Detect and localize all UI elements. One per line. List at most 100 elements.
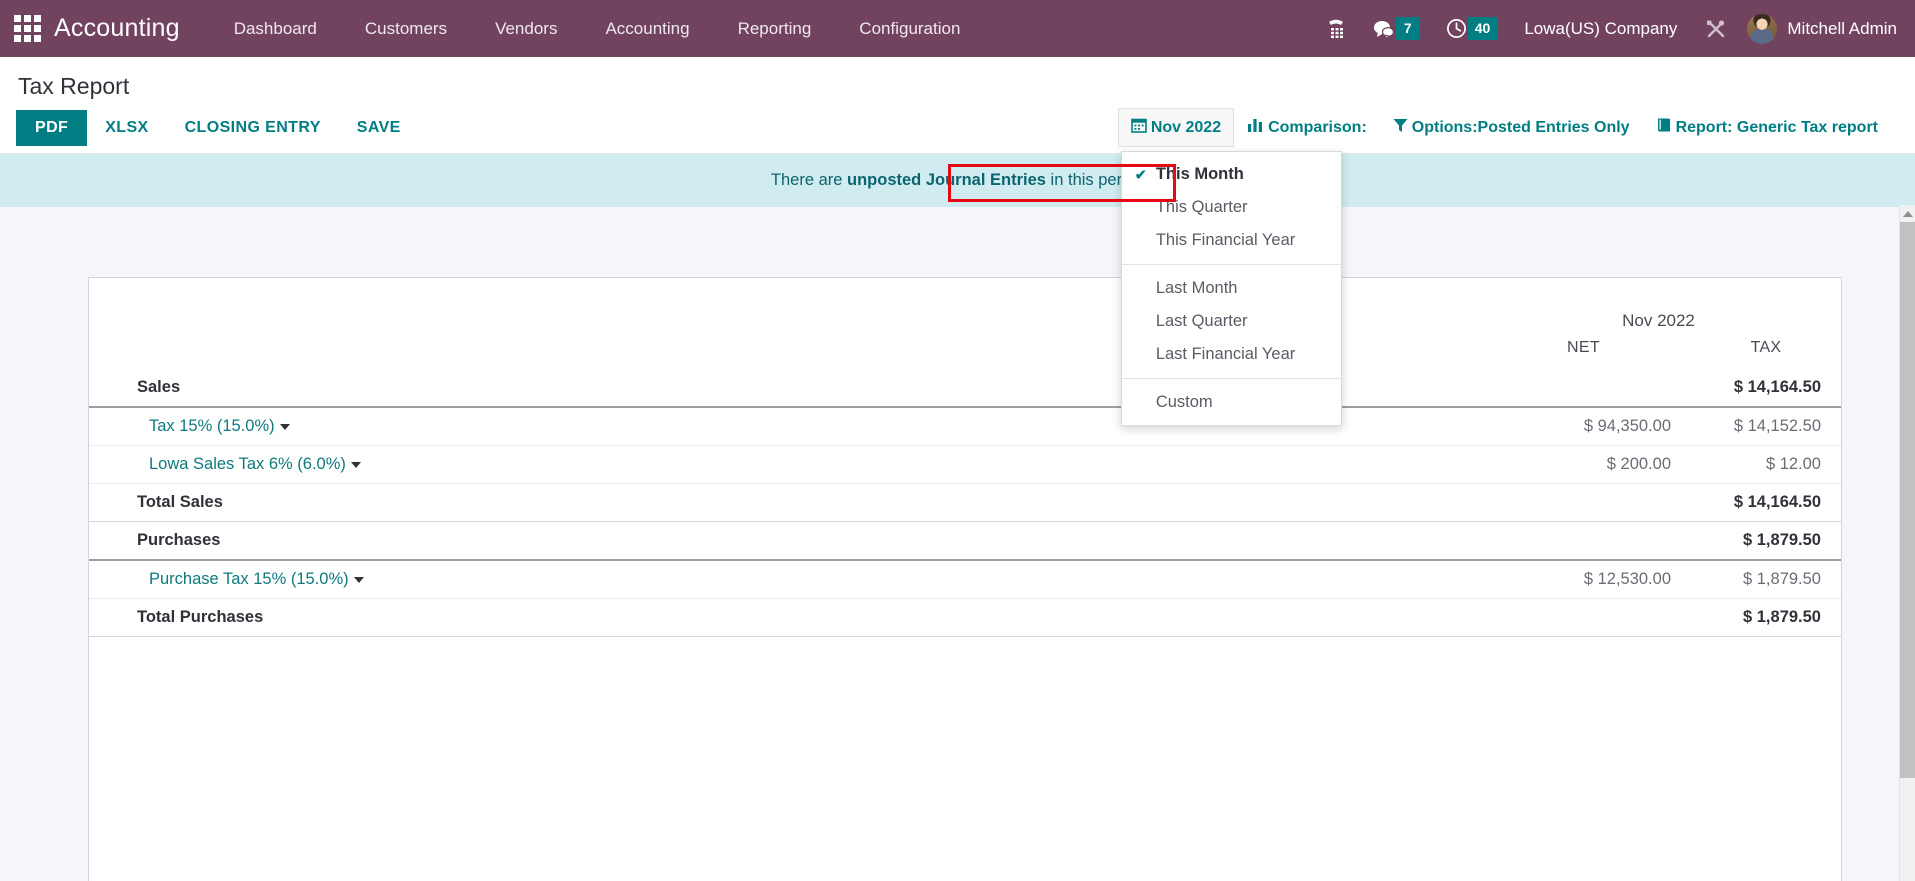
activities-counter[interactable]: 40 xyxy=(1433,17,1511,40)
dropdown-item-last-quarter[interactable]: Last Quarter xyxy=(1122,305,1341,338)
menu-item-customers[interactable]: Customers xyxy=(341,11,471,47)
page-title: Tax Report xyxy=(18,73,130,99)
scrollbar-thumb[interactable] xyxy=(1900,222,1915,778)
row-label-cell: Purchase Tax 15% (15.0%) xyxy=(89,560,1476,599)
dropdown-item-this-month[interactable]: ✔ This Month xyxy=(1122,158,1341,191)
control-panel-row: PDF XLSX CLOSING ENTRY SAVE Nov 2022 ✔ T… xyxy=(16,108,1891,426)
table-row-total-purchases: Total Purchases $ 1,879.50 xyxy=(89,598,1841,637)
column-header-tax: TAX xyxy=(1750,339,1782,356)
save-button[interactable]: SAVE xyxy=(339,110,419,146)
report-action-buttons: PDF XLSX CLOSING ENTRY SAVE xyxy=(16,109,419,146)
chevron-down-icon[interactable] xyxy=(279,423,290,430)
report-scroll-container: Nov 2022 NET TAX Sales $ 14,164.50 Tax 1… xyxy=(0,205,1899,881)
dropdown-item-label: Last Financial Year xyxy=(1155,345,1296,363)
table-column-header-row: NET TAX xyxy=(89,337,1841,369)
row-label: Total Purchases xyxy=(89,598,1476,637)
dropdown-item-custom[interactable]: Custom xyxy=(1122,386,1341,419)
top-navbar: Accounting Dashboard Customers Vendors A… xyxy=(0,0,1915,57)
chevron-down-icon[interactable] xyxy=(353,576,364,583)
xlsx-button[interactable]: XLSX xyxy=(87,110,166,146)
chevron-down-icon[interactable] xyxy=(350,461,361,468)
date-filter-wrap: Nov 2022 ✔ This Month This Quarter This … xyxy=(1117,108,1342,426)
row-tax-value: $ 1,879.50 xyxy=(1691,598,1841,637)
menu-item-accounting[interactable]: Accounting xyxy=(581,11,713,47)
user-name: Mitchell Admin xyxy=(1787,18,1897,38)
dropdown-item-label: This Quarter xyxy=(1155,198,1248,216)
dropdown-divider xyxy=(1121,378,1341,379)
user-menu[interactable]: Mitchell Admin xyxy=(1741,13,1897,44)
dialpad-icon[interactable] xyxy=(1313,18,1359,40)
menu-item-reporting[interactable]: Reporting xyxy=(714,11,836,47)
banner-strong-text: unposted Journal Entries xyxy=(847,171,1046,189)
row-tax-value: $ 12.00 xyxy=(1691,445,1841,484)
row-label: Purchases xyxy=(89,521,1476,561)
vertical-scrollbar[interactable] xyxy=(1899,205,1915,881)
date-filter-button[interactable]: Nov 2022 xyxy=(1117,108,1235,147)
app-brand[interactable]: Accounting xyxy=(54,14,180,43)
dropdown-item-last-financial-year[interactable]: Last Financial Year xyxy=(1122,338,1341,371)
banner-prefix: There are xyxy=(770,171,848,189)
row-net-value: $ 200.00 xyxy=(1476,445,1691,484)
row-net-value xyxy=(1476,369,1691,408)
row-tax-value: $ 14,164.50 xyxy=(1691,483,1841,522)
dropdown-item-this-quarter[interactable]: This Quarter xyxy=(1122,191,1341,224)
date-filter-label: Nov 2022 xyxy=(1150,118,1222,136)
navbar-right-group: 7 40 Lowa(US) Company Mitchell Admin xyxy=(1313,13,1897,44)
options-filter-button[interactable]: Options:Posted Entries Only xyxy=(1380,108,1643,147)
funnel-filter-icon xyxy=(1393,117,1408,138)
report-content-area: Nov 2022 NET TAX Sales $ 14,164.50 Tax 1… xyxy=(0,205,1915,881)
bar-chart-icon xyxy=(1247,117,1264,138)
dropdown-item-label: This Financial Year xyxy=(1155,231,1296,249)
dropdown-item-last-month[interactable]: Last Month xyxy=(1122,272,1341,305)
main-menu: Dashboard Customers Vendors Accounting R… xyxy=(210,11,985,47)
dropdown-divider xyxy=(1121,264,1341,265)
row-tax-value: $ 14,152.50 xyxy=(1691,407,1841,446)
menu-item-dashboard[interactable]: Dashboard xyxy=(210,11,341,47)
row-label-cell: Lowa Sales Tax 6% (6.0%) xyxy=(89,445,1476,484)
table-row-purchases: Purchases $ 1,879.50 xyxy=(89,521,1841,561)
control-panel: Tax Report PDF XLSX CLOSING ENTRY SAVE N… xyxy=(0,57,1915,426)
wrench-screwdriver-icon[interactable] xyxy=(1691,17,1741,41)
dropdown-item-label: This Month xyxy=(1155,165,1244,183)
messages-count-badge: 7 xyxy=(1395,17,1420,40)
row-tax-value: $ 1,879.50 xyxy=(1691,521,1841,561)
row-tax-value: $ 14,164.50 xyxy=(1691,369,1841,408)
activities-count-badge: 40 xyxy=(1467,17,1498,40)
table-row-purchase-tax-15[interactable]: Purchase Tax 15% (15.0%) $ 12,530.00 $ 1… xyxy=(89,560,1841,599)
date-filter-dropdown: ✔ This Month This Quarter This Financial… xyxy=(1120,151,1342,426)
scroll-up-arrow[interactable] xyxy=(1900,205,1915,222)
options-filter-label: Options:Posted Entries Only xyxy=(1411,118,1630,136)
row-net-value: $ 12,530.00 xyxy=(1476,560,1691,599)
messages-counter[interactable]: 7 xyxy=(1359,17,1433,40)
pdf-button[interactable]: PDF xyxy=(16,109,88,146)
row-expand-link[interactable]: Lowa Sales Tax 6% (6.0%) xyxy=(149,455,346,473)
tax-report-table: Nov 2022 NET TAX Sales $ 14,164.50 Tax 1… xyxy=(89,278,1841,637)
comparison-filter-button[interactable]: Comparison: xyxy=(1234,108,1380,147)
dropdown-item-label: Last Quarter xyxy=(1155,312,1248,330)
checkmark-icon: ✔ xyxy=(1134,166,1147,182)
row-tax-value: $ 1,879.50 xyxy=(1691,560,1841,599)
column-header-net: NET xyxy=(1567,339,1600,356)
book-icon xyxy=(1656,117,1672,138)
table-row-total-sales: Total Sales $ 14,164.50 xyxy=(89,483,1841,522)
row-net-value xyxy=(1476,598,1691,637)
table-row-lowa-sales-tax-6[interactable]: Lowa Sales Tax 6% (6.0%) $ 200.00 $ 12.0… xyxy=(89,445,1841,484)
row-label: Total Sales xyxy=(89,483,1476,522)
table-row-tax-15[interactable]: Tax 15% (15.0%) $ 94,350.00 $ 14,152.50 xyxy=(89,407,1841,446)
table-period-header-row: Nov 2022 xyxy=(89,278,1841,337)
row-expand-link[interactable]: Tax 15% (15.0%) xyxy=(149,417,275,435)
row-net-value xyxy=(1476,521,1691,561)
company-switcher[interactable]: Lowa(US) Company xyxy=(1510,19,1691,39)
row-net-value xyxy=(1476,483,1691,522)
menu-item-vendors[interactable]: Vendors xyxy=(471,11,581,47)
user-avatar xyxy=(1747,13,1778,44)
apps-grid-icon[interactable] xyxy=(0,0,54,57)
calendar-icon xyxy=(1131,117,1147,138)
report-filter-button[interactable]: Report: Generic Tax report xyxy=(1643,108,1891,147)
menu-item-configuration[interactable]: Configuration xyxy=(835,11,984,47)
unposted-entries-banner: There are unposted Journal Entries in th… xyxy=(0,154,1915,207)
comparison-filter-label: Comparison: xyxy=(1268,118,1367,136)
row-expand-link[interactable]: Purchase Tax 15% (15.0%) xyxy=(149,570,349,588)
dropdown-item-this-financial-year[interactable]: This Financial Year xyxy=(1122,224,1341,257)
closing-entry-button[interactable]: CLOSING ENTRY xyxy=(167,110,339,146)
